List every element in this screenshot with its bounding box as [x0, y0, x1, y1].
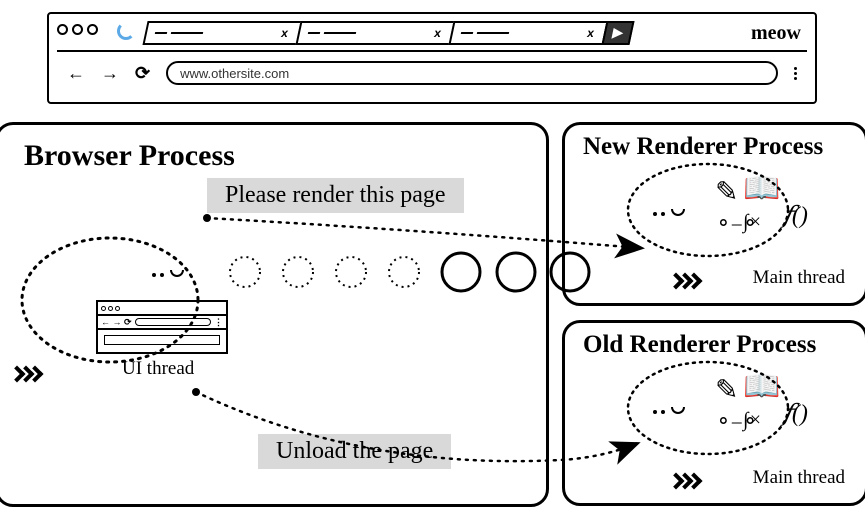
- smiley-face-icon: [651, 401, 685, 419]
- message-unload-label: Unload the page: [258, 434, 451, 469]
- tab-strip: x x x ▶: [145, 21, 632, 45]
- smiley-face-icon: [651, 203, 685, 221]
- function-icon: 𝑓(): [783, 201, 808, 230]
- browser-tab[interactable]: x: [295, 21, 455, 45]
- browser-tab[interactable]: x: [448, 21, 608, 45]
- paintbrush-icon: ✎: [715, 175, 738, 209]
- mini-browser-icon: ← → ⟳⋮: [96, 300, 228, 354]
- panel-title: Browser Process: [24, 139, 235, 173]
- tree-icon: ⚬⎯⚬: [715, 409, 759, 434]
- tree-icon: ⚬⎯⚬: [715, 211, 759, 236]
- close-icon[interactable]: x: [280, 26, 292, 40]
- close-icon[interactable]: x: [586, 26, 598, 40]
- chevrons-icon: [14, 368, 41, 380]
- paintbrush-icon: ✎: [715, 373, 738, 407]
- url-bar[interactable]: www.othersite.com: [166, 61, 778, 85]
- book-icon: 📖: [743, 171, 780, 206]
- reload-button[interactable]: ⟳: [135, 63, 150, 84]
- browser-window: x x x ▶ meow ← → ⟳ www.othersite.com: [47, 12, 817, 104]
- nav-toolbar: ← → ⟳ www.othersite.com: [57, 50, 807, 94]
- function-icon: 𝑓(): [783, 399, 808, 428]
- smiley-face-icon: [150, 264, 184, 282]
- loading-spinner-icon: [117, 22, 135, 40]
- close-icon[interactable]: x: [433, 26, 445, 40]
- message-render-label: Please render this page: [207, 178, 464, 213]
- main-thread-label: Main thread: [753, 467, 845, 489]
- new-renderer-panel: New Renderer Process Main thread ✎ 📖 ∫× …: [562, 122, 865, 306]
- ui-thread-label: UI thread: [122, 358, 194, 380]
- chevrons-icon: [673, 275, 700, 287]
- panel-title: Old Renderer Process: [583, 331, 816, 359]
- brand-label: meow: [751, 22, 801, 45]
- forward-button[interactable]: →: [101, 63, 119, 84]
- window-control-dots: [57, 24, 98, 35]
- url-text: www.othersite.com: [180, 66, 289, 81]
- tab-overflow-icon[interactable]: ▶: [601, 21, 634, 45]
- back-button[interactable]: ←: [67, 63, 85, 84]
- old-renderer-panel: Old Renderer Process Main thread ✎ 📖 ∫× …: [562, 320, 865, 506]
- book-icon: 📖: [743, 369, 780, 404]
- chevrons-icon: [673, 475, 700, 487]
- browser-tab[interactable]: x: [142, 21, 302, 45]
- menu-icon[interactable]: [794, 67, 797, 80]
- panel-title: New Renderer Process: [583, 133, 823, 161]
- main-thread-label: Main thread: [753, 267, 845, 289]
